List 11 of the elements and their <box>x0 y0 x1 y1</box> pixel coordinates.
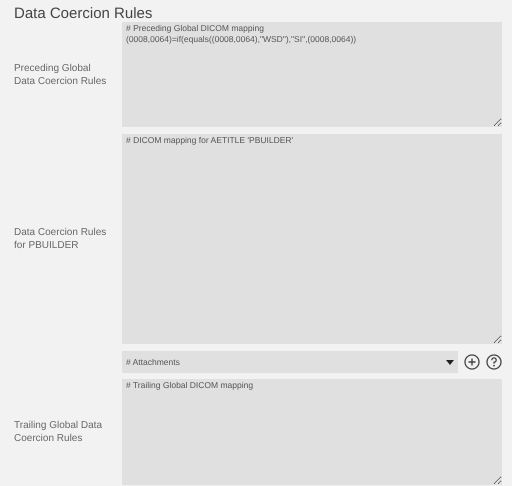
help-button[interactable] <box>486 354 502 370</box>
caret-icon <box>446 360 454 364</box>
attachments-dropdown[interactable]: # Attachments <box>122 351 458 373</box>
add-button[interactable] <box>464 354 480 370</box>
rules-textarea[interactable]: # Trailing Global DICOM mapping <box>122 379 502 485</box>
rules-textarea[interactable]: # Preceding Global DICOM mapping (0008,0064)=if(equals((0008,0064),"WSD"),"SI",(0008,0064)) <box>122 22 502 127</box>
rules-textarea[interactable]: # DICOM mapping for AETITLE 'PBUILDER' <box>122 134 502 344</box>
field-label: Data Coercion Rules for PBUILDER <box>14 226 108 252</box>
section-title: Data Coercion Rules <box>14 6 154 22</box>
field-label: Preceding Global Data Coercion Rules <box>14 62 108 88</box>
field-label: Trailing Global Data Coercion Rules <box>14 419 104 445</box>
